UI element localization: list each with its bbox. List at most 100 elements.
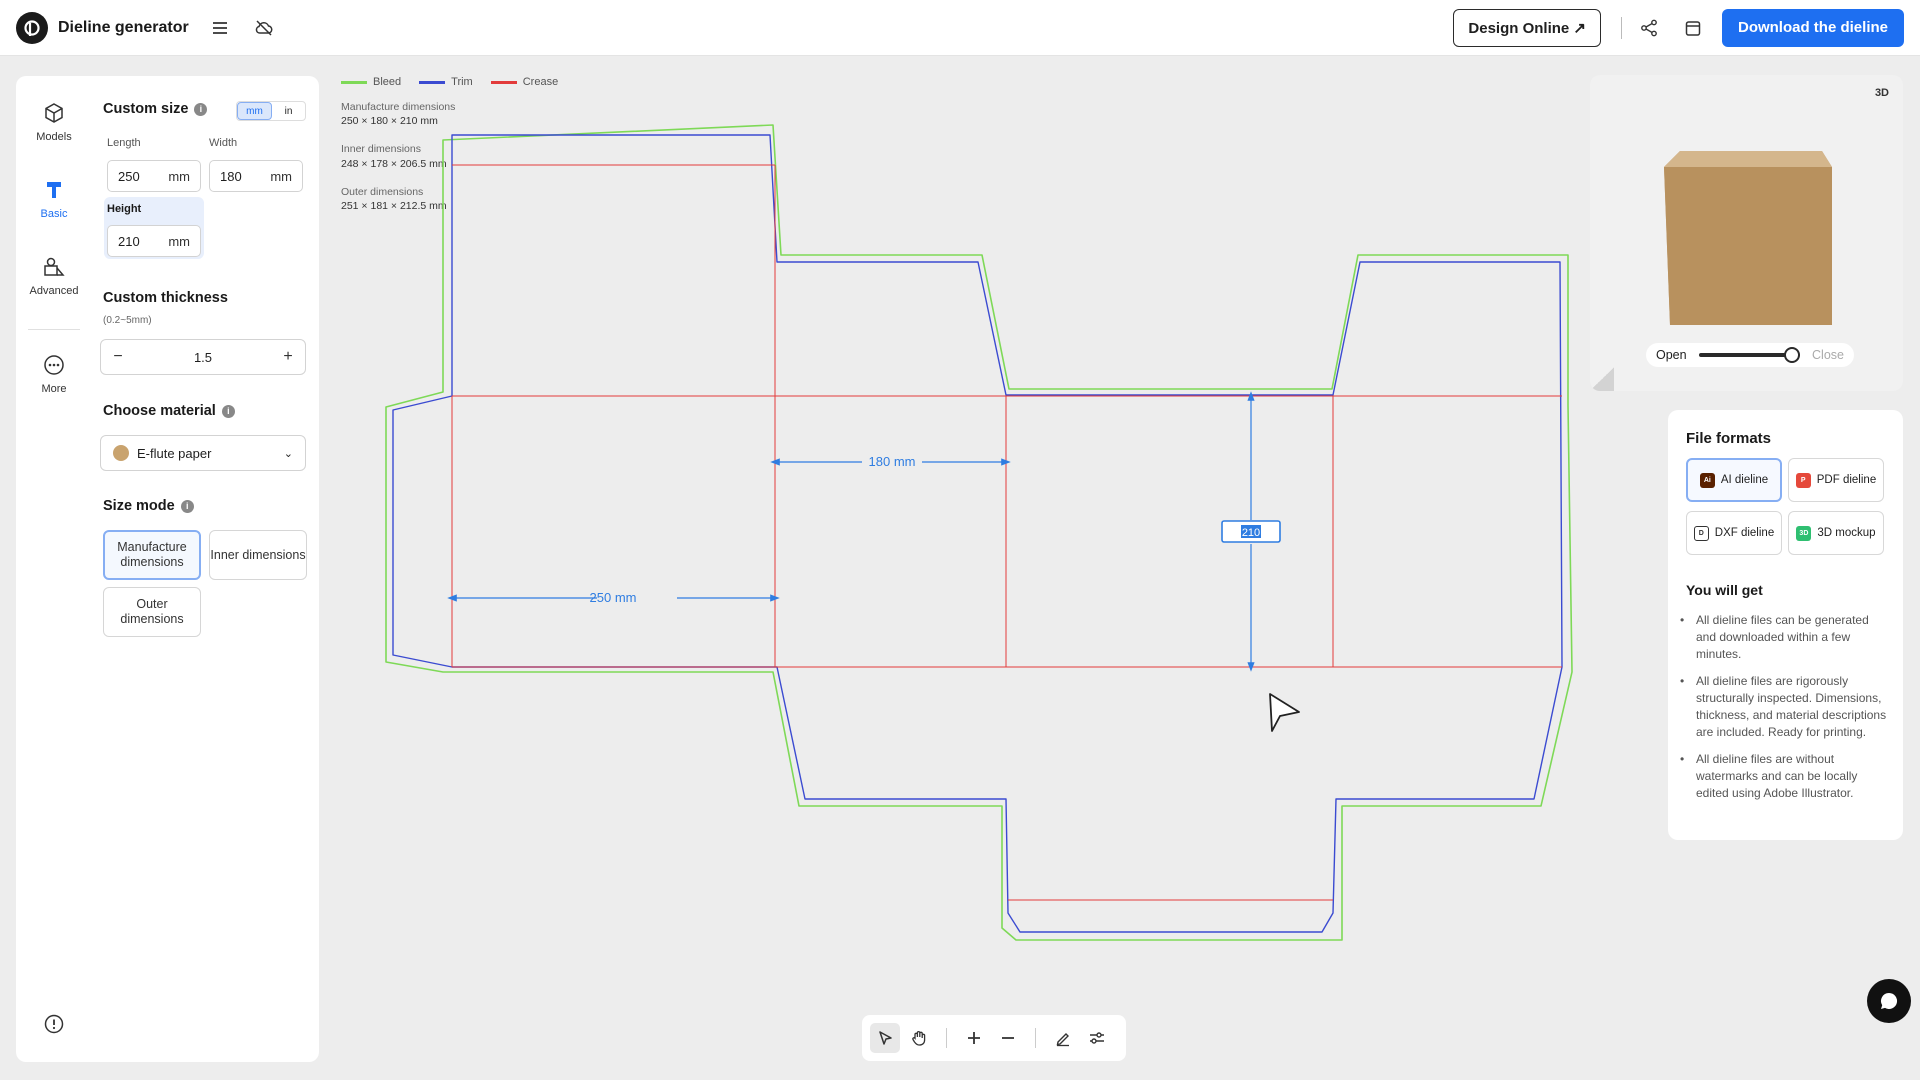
side-rail: Models Basic Advanced More [16, 76, 92, 1062]
height-field[interactable]: 210 mm [107, 225, 201, 257]
thickness-title: Custom thickness [103, 290, 228, 306]
dimension-height-label: 210 [1242, 527, 1260, 539]
length-label: Length [107, 137, 141, 149]
width-value: 180 [220, 168, 242, 184]
toolbar-divider [1620, 16, 1622, 39]
pan-tool-button[interactable] [904, 1023, 934, 1053]
bleed-outline [385, 124, 1573, 941]
unit-mm[interactable]: mm [237, 102, 272, 120]
mode-manufacture-button[interactable]: Manufacture dimensions [103, 530, 201, 580]
top-bar: Dieline generator Design Online ↗ Downlo… [0, 0, 1920, 56]
dimension-width-label: 180 mm [869, 454, 916, 469]
benefit-item: All dieline files are rigorously structu… [1680, 673, 1891, 741]
unit-in[interactable]: in [272, 102, 305, 120]
length-value: 250 [118, 168, 140, 184]
zoom-in-button[interactable] [959, 1023, 989, 1053]
chat-button[interactable] [1867, 979, 1911, 1023]
length-field[interactable]: 250 mm [107, 160, 201, 192]
length-unit: mm [168, 168, 190, 184]
logo-icon[interactable] [16, 11, 48, 44]
rail-item-more[interactable]: More [16, 353, 92, 395]
3d-view-icon[interactable]: 3D [1875, 87, 1889, 99]
settings-tool-button[interactable] [1082, 1023, 1112, 1053]
pencil-icon [1056, 1033, 1069, 1047]
slider-open-label: Open [1656, 348, 1687, 362]
rail-label-advanced: Advanced [29, 285, 79, 297]
thickness-decrement-button[interactable]: − [105, 344, 131, 370]
info-icon[interactable]: i [180, 499, 194, 513]
dimension-width: 180 mm [770, 454, 1011, 469]
custom-size-title: Custom size i [103, 101, 208, 117]
cart-icon[interactable] [1680, 15, 1706, 41]
info-icon[interactable] [43, 1013, 65, 1035]
file-formats-title: File formats [1686, 430, 1772, 447]
plus-icon [968, 1032, 980, 1044]
toolbar-divider [946, 1028, 947, 1048]
info-icon[interactable]: i [194, 102, 208, 116]
ruler-icon [47, 182, 61, 198]
cloud-off-icon[interactable] [251, 15, 277, 41]
rail-item-basic[interactable]: Basic [16, 178, 92, 220]
canvas-toolbar [862, 1015, 1126, 1061]
format-ai-label: AI dieline [1720, 474, 1769, 486]
rail-item-models[interactable]: Models [16, 101, 92, 143]
format-pdf-button[interactable]: P PDF dieline [1788, 458, 1884, 502]
slider-track[interactable] [1698, 347, 1801, 363]
unit-toggle[interactable]: mm in [236, 101, 306, 121]
benefit-item: All dieline files can be generated and d… [1680, 612, 1891, 663]
settings-panel: Models Basic Advanced More Custom size i… [16, 76, 319, 1062]
menu-icon[interactable] [207, 15, 233, 41]
size-mode-label: Size mode [103, 498, 175, 514]
info-icon[interactable]: i [221, 404, 235, 418]
app-title: Dieline generator [58, 18, 189, 36]
mockup-icon: 3D [1796, 525, 1812, 541]
material-title: Choose material i [103, 403, 235, 419]
rail-item-advanced[interactable]: Advanced [16, 255, 92, 297]
sliders-icon [1090, 1032, 1104, 1044]
slider-knob[interactable] [1784, 347, 1801, 363]
format-ai-button[interactable]: Ai AI dieline [1686, 458, 1782, 502]
file-formats-panel: File formats Ai AI dieline P PDF dieline… [1668, 410, 1903, 840]
mode-inner-button[interactable]: Inner dimensions [209, 530, 307, 580]
slider-close-label: Close [1812, 348, 1844, 362]
rail-label-models: Models [36, 131, 72, 143]
cursor-icon [1269, 693, 1300, 732]
ai-file-icon: Ai [1699, 472, 1715, 488]
toolbar-divider [1035, 1028, 1036, 1048]
hand-icon [912, 1031, 926, 1046]
thickness-value: 1.5 [193, 349, 213, 365]
width-field[interactable]: 180 mm [209, 160, 303, 192]
custom-size-label: Custom size [103, 101, 189, 117]
material-select[interactable]: E-flute paper ⌄ [100, 435, 306, 471]
thickness-increment-button[interactable]: + [275, 344, 301, 370]
dieline-canvas[interactable]: 250 mm 180 mm 210 [330, 58, 1580, 1068]
download-dieline-button[interactable]: Download the dieline [1721, 8, 1904, 47]
width-label: Width [209, 137, 238, 149]
pointer-icon [879, 1031, 892, 1045]
edit-tool-button[interactable] [1048, 1023, 1078, 1053]
thickness-range: (0.2~5mm) [103, 315, 152, 326]
format-3d-mockup-button[interactable]: 3D 3D mockup [1788, 511, 1884, 555]
share-icon[interactable] [1636, 15, 1662, 41]
pdf-file-icon: P [1795, 472, 1811, 488]
material-swatch [113, 445, 129, 461]
benefits-list: All dieline files can be generated and d… [1680, 612, 1891, 812]
format-dxf-button[interactable]: D DXF dieline [1686, 511, 1782, 555]
box-model [1664, 151, 1832, 325]
chevron-down-icon: ⌄ [283, 447, 293, 460]
resize-handle[interactable] [1590, 367, 1614, 391]
more-icon [44, 355, 64, 375]
benefit-item: All dieline files are without watermarks… [1680, 751, 1891, 802]
3d-preview[interactable]: 3D Open Close [1590, 75, 1903, 391]
format-dxf-label: DXF dieline [1714, 527, 1775, 539]
width-unit: mm [270, 168, 292, 184]
select-tool-button[interactable] [870, 1023, 900, 1053]
mode-outer-button[interactable]: Outer dimensions [103, 587, 201, 637]
open-close-slider[interactable]: Open Close [1646, 343, 1854, 367]
thickness-stepper[interactable]: − 1.5 + [100, 339, 306, 375]
you-will-get-title: You will get [1686, 582, 1763, 598]
design-online-button[interactable]: Design Online ↗ [1453, 8, 1601, 47]
shapes-icon [44, 257, 65, 276]
material-label: Choose material [103, 403, 216, 419]
zoom-out-button[interactable] [993, 1023, 1023, 1053]
